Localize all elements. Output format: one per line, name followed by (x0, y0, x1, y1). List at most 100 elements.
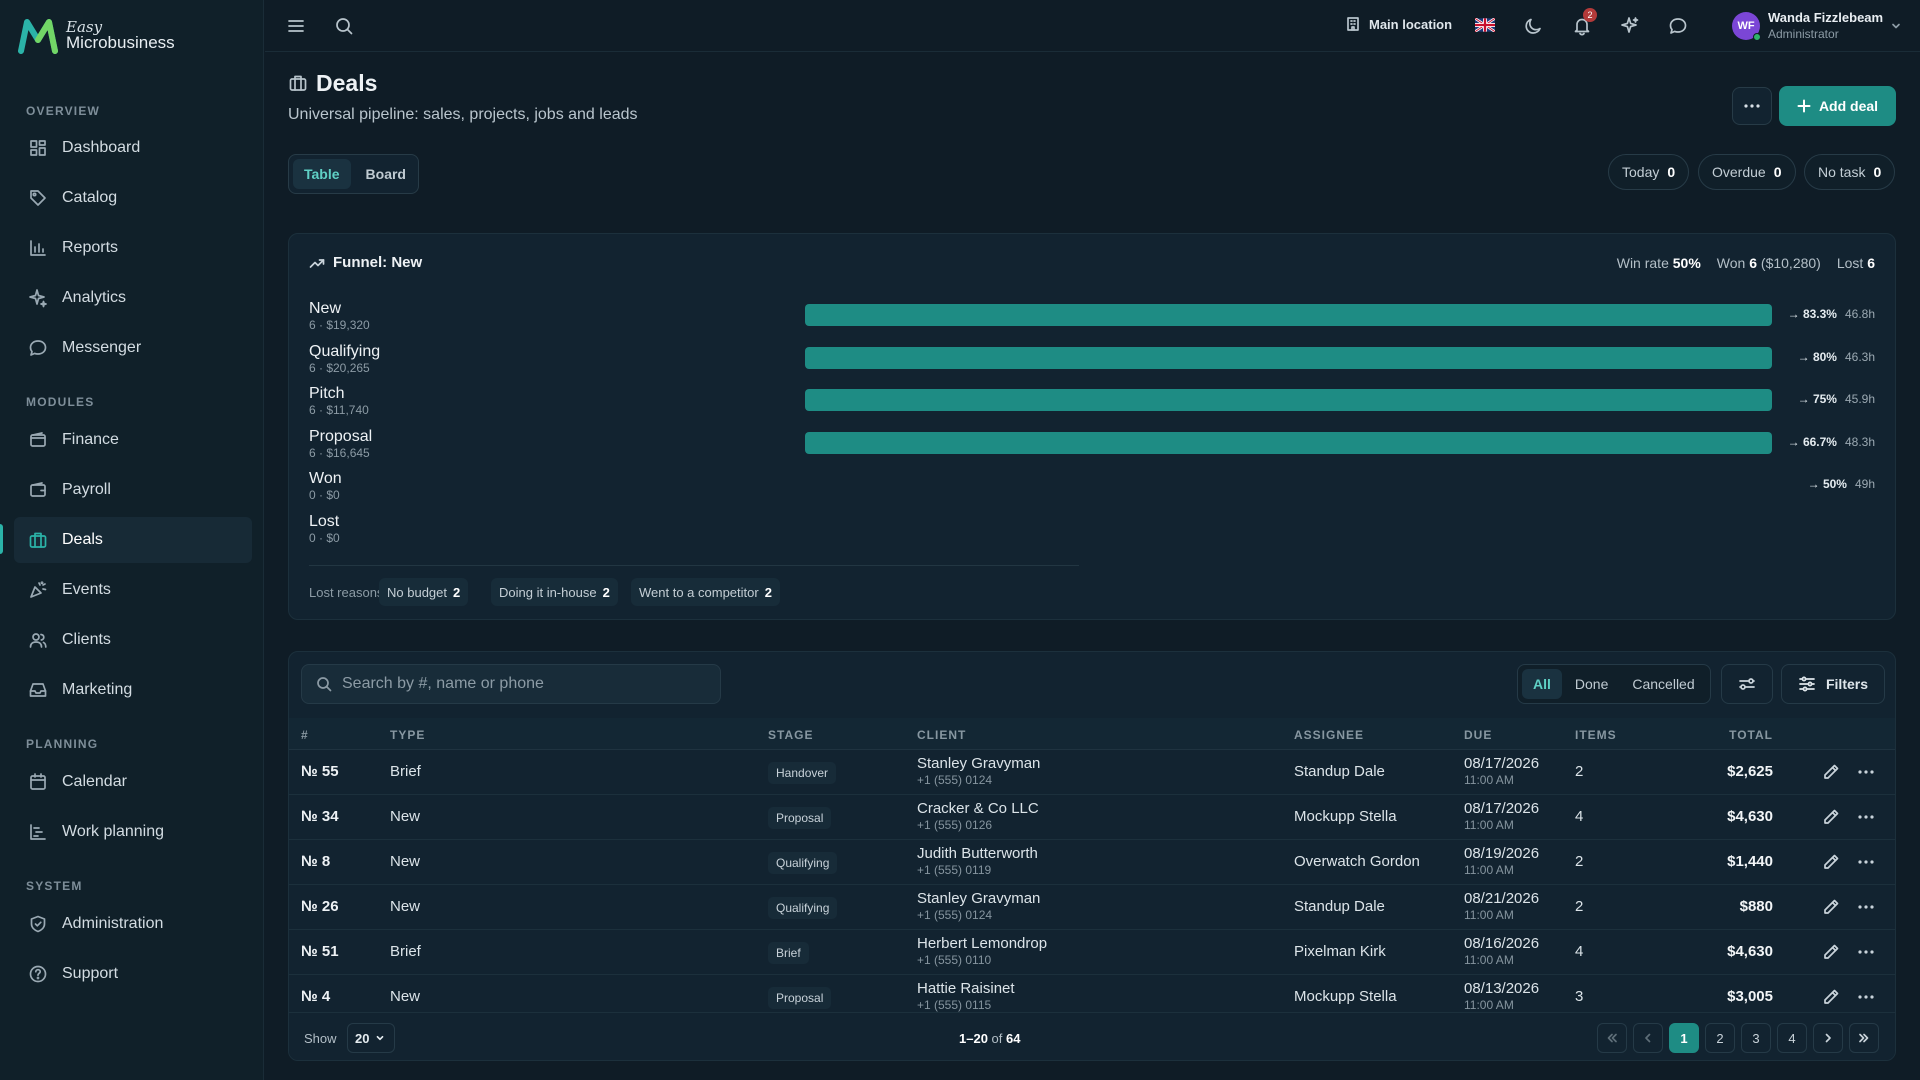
deal-total: $4,630 (1727, 808, 1773, 825)
column-header[interactable]: ASSIGNEE (1294, 728, 1364, 742)
conversion-rate: → 83.3% (1787, 307, 1837, 321)
column-header[interactable]: TOTAL (1729, 728, 1773, 742)
assignee: Pixelman Kirk (1294, 943, 1386, 960)
search-input[interactable] (342, 675, 702, 693)
sparkle-icon[interactable] (1619, 15, 1641, 37)
menu-icon[interactable] (285, 15, 307, 37)
chip-today[interactable]: Today 0 (1608, 154, 1690, 190)
edit-icon[interactable] (1821, 942, 1841, 962)
user-name[interactable]: Wanda Fizzlebeam (1768, 10, 1883, 25)
brand-logo[interactable]: Easy Microbusiness (18, 18, 175, 54)
page-button[interactable]: 2 (1705, 1023, 1735, 1053)
page-button[interactable]: 1 (1669, 1023, 1699, 1053)
sidebar-item-events[interactable]: Events (14, 567, 252, 613)
sidebar-item-payroll[interactable]: Payroll (14, 467, 252, 513)
lost-reason-label: Doing it in-house (499, 584, 597, 600)
edit-icon[interactable] (1821, 852, 1841, 872)
sort-button[interactable] (1721, 664, 1773, 704)
location-selector[interactable]: Main location (1345, 16, 1452, 32)
sidebar-item-deals[interactable]: Deals (14, 517, 252, 563)
edit-icon[interactable] (1821, 807, 1841, 827)
segment-done[interactable]: Done (1564, 669, 1619, 699)
client-cell[interactable]: Hattie Raisinet +1 (555) 0115 (917, 980, 1015, 1014)
sidebar-item-analytics[interactable]: Analytics (14, 275, 252, 321)
chip-overdue[interactable]: Overdue 0 (1698, 154, 1796, 190)
sidebar-item-administration[interactable]: Administration (14, 901, 252, 947)
stage-badge: Brief (768, 942, 809, 964)
lost-reason-chip[interactable]: No budget 2 (379, 578, 469, 606)
moon-icon[interactable] (1523, 15, 1545, 37)
more-horizontal-icon[interactable] (1856, 987, 1876, 1007)
page-size-select[interactable]: 20 (347, 1023, 395, 1053)
sidebar-item-finance[interactable]: Finance (14, 417, 252, 463)
client-cell[interactable]: Stanley Gravyman +1 (555) 0124 (917, 755, 1040, 789)
prev-page-button[interactable] (1633, 1023, 1663, 1053)
page-button[interactable]: 3 (1741, 1023, 1771, 1053)
conversion-rate: → 80% (1797, 349, 1837, 364)
party-icon (30, 581, 47, 598)
chat-icon[interactable] (1667, 15, 1689, 37)
more-horizontal-icon[interactable] (1856, 897, 1876, 917)
lost-reason-chip[interactable]: Went to a competitor 2 (631, 578, 780, 606)
view-board-button[interactable]: Board (355, 159, 417, 189)
sidebar-item-marketing[interactable]: Marketing (14, 667, 252, 713)
edit-icon[interactable] (1821, 987, 1841, 1007)
more-horizontal-icon[interactable] (1856, 942, 1876, 962)
funnel-divider (309, 565, 1079, 566)
sidebar-item-calendar[interactable]: Calendar (14, 759, 252, 805)
lost-reason-chip[interactable]: Doing it in-house 2 (491, 578, 618, 606)
chip-no-task[interactable]: No task 0 (1804, 154, 1896, 190)
sidebar-item-clients[interactable]: Clients (14, 617, 252, 663)
table-row[interactable]: № 26 New Qualifying Stanley Gravyman +1 (555… (289, 885, 1895, 930)
sidebar-item-reports[interactable]: Reports (14, 225, 252, 271)
uk-flag-icon[interactable] (1475, 18, 1495, 32)
first-page-button[interactable] (1597, 1023, 1627, 1053)
client-name: Stanley Gravyman (917, 755, 1041, 772)
chevron-down-icon[interactable] (1890, 20, 1902, 32)
client-cell[interactable]: Cracker & Co LLC +1 (555) 0126 (917, 800, 1039, 834)
table-row[interactable]: № 55 Brief Handover Stanley Gravyman +1 (555… (289, 750, 1895, 795)
segment-all[interactable]: All (1522, 669, 1562, 699)
segment-cancelled[interactable]: Cancelled (1621, 669, 1705, 699)
sidebar-item-support[interactable]: Support (14, 951, 252, 997)
sidebar-item-dashboard[interactable]: Dashboard (14, 125, 252, 171)
add-deal-button[interactable]: Add deal (1779, 86, 1896, 126)
table-row[interactable]: № 51 Brief Brief Herbert Lemondrop +1 (555) … (289, 930, 1895, 975)
sidebar-item-label: Calendar (62, 773, 127, 790)
stage-bar (805, 346, 1772, 369)
client-phone: +1 (555) 0126 (917, 818, 993, 832)
more-horizontal-icon[interactable] (1856, 762, 1876, 782)
column-header[interactable]: STAGE (768, 728, 813, 742)
column-header[interactable]: TYPE (390, 728, 425, 742)
table-row[interactable]: № 8 New Qualifying Judith Butterworth +1 (55… (289, 840, 1895, 885)
more-horizontal-icon[interactable] (1856, 852, 1876, 872)
edit-icon[interactable] (1821, 897, 1841, 917)
table-row[interactable]: № 34 New Proposal Cracker & Co LLC +1 (555) … (289, 795, 1895, 840)
filters-button[interactable]: Filters (1781, 664, 1885, 704)
client-cell[interactable]: Judith Butterworth +1 (555) 0119 (917, 845, 1038, 879)
funnel-stage: Won 0 · $0 (309, 470, 342, 502)
plus-icon (1797, 99, 1811, 113)
sidebar-item-work-planning[interactable]: Work planning (14, 809, 252, 855)
column-header[interactable]: CLIENT (917, 728, 966, 742)
last-page-button[interactable] (1849, 1023, 1879, 1053)
column-header[interactable]: ITEMS (1575, 728, 1617, 742)
stage-meta: 0 · $0 (309, 488, 340, 502)
sidebar-item-messenger[interactable]: Messenger (14, 325, 252, 371)
search-icon[interactable] (333, 15, 355, 37)
more-actions-button[interactable] (1732, 87, 1772, 125)
due-date: 08/16/2026 (1464, 935, 1540, 952)
client-cell[interactable]: Stanley Gravyman +1 (555) 0124 (917, 890, 1040, 924)
column-header[interactable]: # (301, 728, 309, 742)
edit-icon[interactable] (1821, 762, 1841, 782)
more-horizontal-icon[interactable] (1856, 807, 1876, 827)
column-header[interactable]: DUE (1464, 728, 1492, 742)
client-cell[interactable]: Herbert Lemondrop +1 (555) 0110 (917, 935, 1047, 969)
search-box (301, 664, 721, 704)
client-phone: +1 (555) 0119 (917, 863, 992, 877)
next-page-button[interactable] (1813, 1023, 1843, 1053)
page-button[interactable]: 4 (1777, 1023, 1807, 1053)
deal-type: New (390, 898, 421, 915)
view-table-button[interactable]: Table (293, 159, 351, 189)
sidebar-item-catalog[interactable]: Catalog (14, 175, 252, 221)
